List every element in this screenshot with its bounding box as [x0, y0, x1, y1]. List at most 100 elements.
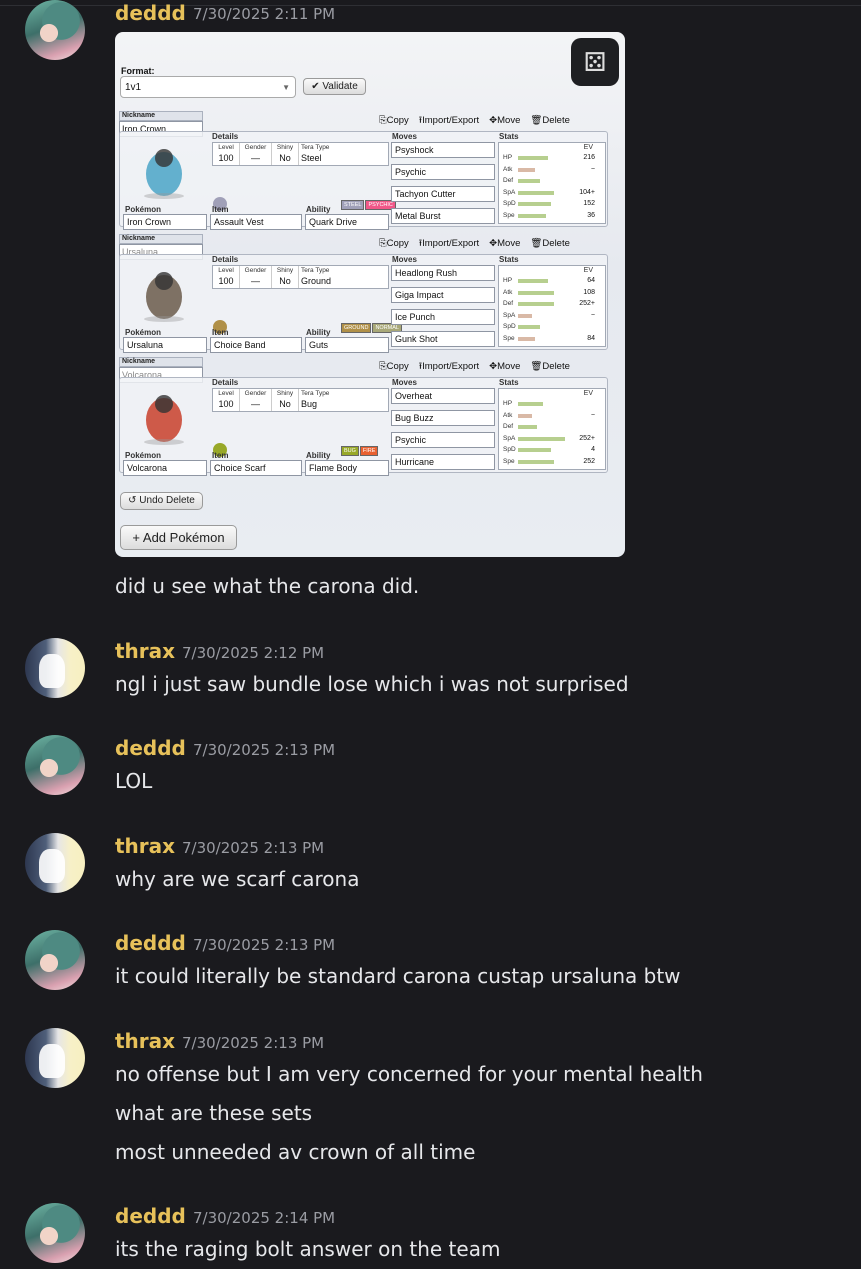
stat-name: Atk — [503, 411, 513, 419]
stats-box[interactable]: EV HP Atk − Def SpA 252+ SpD 4 Spe 252 — [498, 388, 606, 470]
pokemon-sprite[interactable] — [132, 263, 196, 323]
stats-box[interactable]: EV HP 216 Atk − Def SpA 104+ SpD 152 Spe 36 — [498, 142, 606, 224]
ability-label: Ability — [306, 328, 331, 337]
move-button[interactable]: ✥Move — [489, 361, 520, 372]
format-select[interactable]: 1v1 ▼ — [120, 76, 296, 98]
shiny-label: Shiny — [276, 390, 294, 397]
username[interactable]: deddd — [115, 736, 186, 760]
item-input[interactable]: Choice Scarf — [210, 460, 302, 476]
move-button[interactable]: ✥Move — [489, 238, 520, 249]
copy-label: Copy — [386, 115, 409, 126]
stat-ev: 104+ — [579, 188, 595, 196]
details-box[interactable]: Level 100 Gender — Shiny No Tera Type Bug — [212, 388, 389, 412]
item-input[interactable]: Choice Band — [210, 337, 302, 353]
timestamp: 7/30/2025 2:11 PM — [193, 5, 336, 23]
move-button[interactable]: ✥Move — [489, 115, 520, 126]
pokemon-input[interactable]: Iron Crown — [123, 214, 207, 230]
move-input[interactable]: Ice Punch — [391, 309, 495, 325]
validate-button[interactable]: ✔ Validate — [303, 78, 366, 95]
avatar[interactable] — [25, 735, 85, 795]
copy-button[interactable]: ⎘Copy — [379, 115, 409, 126]
import-export-button[interactable]: ⭱Import/Export — [419, 238, 479, 249]
move-input[interactable]: Hurricane — [391, 454, 495, 470]
add-pokemon-button[interactable]: + Add Pokémon — [120, 525, 237, 550]
move-input[interactable]: Headlong Rush — [391, 265, 495, 281]
copy-button[interactable]: ⎘Copy — [379, 361, 409, 372]
username[interactable]: deddd — [115, 931, 186, 955]
ability-input[interactable]: Guts — [305, 337, 389, 353]
stat-ev: 36 — [587, 211, 595, 219]
move-input[interactable]: Giga Impact — [391, 287, 495, 303]
shiny-label: Shiny — [276, 267, 294, 274]
tera-label: Tera Type — [301, 144, 330, 151]
import-export-button[interactable]: ⭱Import/Export — [419, 115, 479, 126]
import-export-label: Import/Export — [422, 361, 480, 372]
chevron-down-icon: ▼ — [282, 83, 290, 92]
move-input[interactable]: Overheat — [391, 388, 495, 404]
delete-button[interactable]: 🗑Delete — [530, 115, 570, 126]
set-actions: ⎘Copy ⭱Import/Export ✥Move 🗑Delete — [379, 359, 580, 375]
stats-box[interactable]: EV HP 64 Atk 108 Def 252+ SpA − SpD Spe 84 — [498, 265, 606, 347]
nickname-label: Nickname — [119, 357, 203, 367]
username[interactable]: deddd — [115, 1, 186, 25]
move-input[interactable]: Gunk Shot — [391, 331, 495, 347]
details-box[interactable]: Level 100 Gender — Shiny No Tera Type Ground — [212, 265, 389, 289]
gender-value: — — [251, 399, 260, 409]
move-input[interactable]: Psychic — [391, 432, 495, 448]
ev-label: EV — [583, 390, 593, 397]
teambuilder-screenshot[interactable]: ⚄ Format: 1v1 ▼ ✔ Validate Nickname Iron … — [115, 32, 625, 557]
pokemon-sprite[interactable] — [132, 386, 196, 446]
delete-label: Delete — [542, 115, 570, 126]
pokemon-sprite[interactable] — [132, 140, 196, 200]
tera-value: Steel — [301, 153, 322, 163]
stat-row: SpD 4 — [503, 445, 603, 455]
avatar[interactable] — [25, 1203, 85, 1263]
avatar[interactable] — [25, 930, 85, 990]
avatar[interactable] — [25, 1028, 85, 1088]
username[interactable]: thrax — [115, 834, 175, 858]
move-input[interactable]: Bug Buzz — [391, 410, 495, 426]
shiny-value: No — [279, 153, 291, 163]
stat-bar — [518, 448, 551, 452]
dice-icon[interactable]: ⚄ — [571, 38, 619, 86]
stat-bar — [518, 213, 546, 218]
username[interactable]: thrax — [115, 1029, 175, 1053]
stat-name: Spe — [503, 211, 515, 219]
stat-row: SpD — [503, 322, 603, 332]
pokemon-set: Nickname Iron Crown ⎘Copy ⭱Import/Export ✥Mo… — [119, 111, 608, 230]
stat-row: Def — [503, 176, 603, 186]
pokemon-set: Nickname Ursaluna ⎘Copy ⭱Import/Export ✥Move… — [119, 234, 608, 353]
ability-input[interactable]: Quark Drive — [305, 214, 389, 230]
avatar[interactable] — [25, 638, 85, 698]
stat-name: SpD — [503, 200, 516, 207]
item-input[interactable]: Assault Vest — [210, 214, 302, 230]
move-input[interactable]: Metal Burst — [391, 208, 495, 224]
stat-ev: 252+ — [579, 434, 595, 442]
delete-button[interactable]: 🗑Delete — [530, 238, 570, 249]
stat-ev: 4 — [591, 446, 595, 453]
avatar[interactable] — [25, 0, 85, 60]
avatar[interactable] — [25, 833, 85, 893]
delete-button[interactable]: 🗑Delete — [530, 361, 570, 372]
move-input[interactable]: Psyshock — [391, 142, 495, 158]
details-box[interactable]: Level 100 Gender — Shiny No Tera Type Steel — [212, 142, 389, 166]
copy-button[interactable]: ⎘Copy — [379, 238, 409, 249]
message-text: no offense but I am very concerned for y… — [115, 1062, 703, 1086]
pokemon-input[interactable]: Ursaluna — [123, 337, 207, 353]
set-panel: Details Level 100 Gender — Shiny No Tera Type Gr… — [119, 254, 608, 353]
move-input[interactable]: Tachyon Cutter — [391, 186, 495, 202]
move-input[interactable]: Psychic — [391, 164, 495, 180]
stat-name: Spe — [503, 457, 515, 465]
message-text: why are we scarf carona — [115, 867, 360, 891]
ability-label: Ability — [306, 451, 331, 460]
stat-row: Atk 108 — [503, 288, 603, 298]
ability-input[interactable]: Flame Body — [305, 460, 389, 476]
import-export-button[interactable]: ⭱Import/Export — [419, 361, 479, 372]
pokemon-input[interactable]: Volcarona — [123, 460, 207, 476]
message-text: it could literally be standard carona cu… — [115, 964, 681, 988]
timestamp: 7/30/2025 2:12 PM — [182, 644, 325, 662]
undo-delete-button[interactable]: ↺ Undo Delete — [120, 492, 203, 510]
username[interactable]: thrax — [115, 639, 175, 663]
stats-label: Stats — [499, 378, 519, 387]
username[interactable]: deddd — [115, 1204, 186, 1228]
